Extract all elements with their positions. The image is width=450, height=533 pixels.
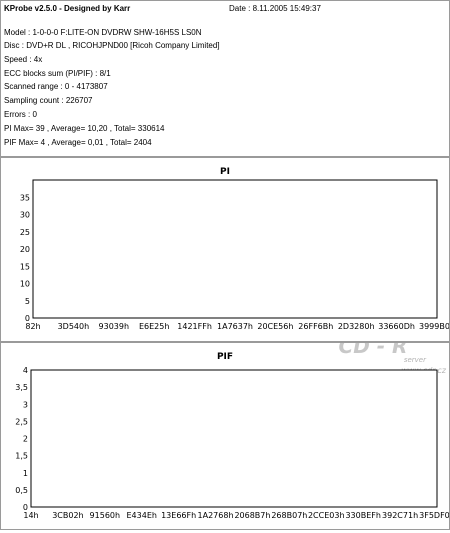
info-panel: KProbe v2.5.0 - Designed by Karr Date : …	[0, 0, 450, 157]
pi-plot-frame	[32, 179, 438, 319]
sampling-line: Sampling count : 226707	[4, 96, 93, 105]
pif-y-tick-label: 4	[23, 366, 28, 375]
pif-y-tick-label: 0,5	[15, 486, 28, 495]
pi-chart: PI 05101520253035 82h 3D540h 93039h E6E25h 1…	[20, 167, 450, 331]
pif-plot-frame	[30, 369, 438, 508]
pi-y-tick-label: 35	[20, 193, 30, 202]
disc-line: Disc : DVD+R DL , RICOHJPND00 [Ricoh Com…	[4, 41, 220, 50]
pif-y-tick-label: 1	[23, 469, 28, 478]
pi-y-tick-label: 15	[20, 262, 30, 271]
pif-chart-panel: PIF 0 0,5 1 1,5 2 2,5 3 3,5 4 14h 3CB02h 91560h E43…	[0, 334, 450, 530]
pif-x-tick-label: 268B07h	[271, 511, 307, 520]
pi-y-tick-label: 25	[20, 228, 30, 237]
scan-date: Date : 8.11.2005 15:49:37	[229, 4, 321, 13]
pi-y-tick-label: 5	[25, 297, 30, 306]
pif-chart-title: PIF	[217, 352, 233, 362]
pif-x-tick-label: 2068B7h	[234, 511, 270, 520]
pi-x-tick-label: 2D3280h	[338, 322, 375, 331]
pif-y-ticks: 00,511,522,533,54	[15, 366, 28, 512]
watermark-brand: CD - R	[339, 343, 408, 358]
pif-x-tick-label: 13E66Fh	[161, 511, 196, 520]
watermark-sub: server	[404, 356, 427, 364]
pi-x-tick-label: 26FF6Bh	[298, 322, 333, 331]
pif-x-tick-label: 1A2768h	[198, 511, 234, 520]
pi-stats-line: PI Max= 39 , Average= 10,20 , Total= 330…	[4, 124, 165, 133]
pi-x-tick-label: 82h	[25, 322, 40, 331]
pif-y-tick-label: 2,5	[15, 417, 28, 426]
errors-line: Errors : 0	[4, 110, 37, 119]
ecc-line: ECC blocks sum (PI/PIF) : 8/1	[4, 69, 111, 78]
pif-x-tick-label: 91560h	[90, 511, 121, 520]
pi-x-tick-label: E6E25h	[139, 322, 169, 331]
pif-x-tick-label: E434Eh	[127, 511, 157, 520]
model-line: Model : 1-0-0-0 F:LITE-ON DVDRW SHW-16H5…	[4, 28, 202, 37]
pi-x-tick-label: 20CE56h	[257, 322, 293, 331]
pif-x-tick-label: 392C71h	[382, 511, 418, 520]
pif-y-tick-label: 1,5	[15, 452, 28, 461]
pif-stats-line: PIF Max= 4 , Average= 0,01 , Total= 2404	[4, 138, 152, 147]
pif-y-tick-label: 3,5	[15, 383, 28, 392]
pif-x-tick-label: 2CCE03h	[308, 511, 345, 520]
pif-chart: PIF 00,511,522,533,54 14h 3CB02h 91560h E43…	[15, 334, 450, 520]
pi-x-ticks: 82h 3D540h 93039h E6E25h 1421FFh 1A7637h 20CE5…	[25, 322, 450, 331]
range-line: Scanned range : 0 - 4173807	[4, 82, 108, 91]
pif-y-tick-label: 2	[23, 435, 28, 444]
pi-x-tick-label: 1A7637h	[217, 322, 253, 331]
app-title: KProbe v2.5.0 - Designed by Karr	[4, 4, 131, 13]
pi-x-tick-label: 33660Dh	[378, 322, 415, 331]
pi-x-tick-label: 3D540h	[58, 322, 90, 331]
pi-y-tick-label: 20	[20, 245, 30, 254]
pi-chart-panel: PI 0 5 10 15 20 25 30 35 82h 3D540h 93039h E6E25h 1…	[0, 157, 450, 342]
pi-y-tick-label: 30	[20, 211, 30, 220]
pi-x-tick-label: 93039h	[99, 322, 130, 331]
pi-chart-title: PI	[220, 167, 230, 177]
pif-x-tick-label: 14h	[23, 511, 38, 520]
pif-x-tick-label: 3CB02h	[52, 511, 83, 520]
pif-x-ticks: 14h 3CB02h 91560h E434Eh 13E66Fh 1A2768h 2068B…	[23, 511, 450, 520]
pif-x-tick-label: 3F5DF0h	[419, 511, 449, 520]
pi-x-tick-label: 1421FFh	[177, 322, 212, 331]
speed-line: Speed : 4x	[4, 55, 43, 64]
pi-y-ticks: 05101520253035	[20, 193, 30, 323]
pi-y-tick-label: 10	[20, 280, 30, 289]
pi-x-tick-label: 3999B0h	[419, 322, 449, 331]
pif-y-tick-label: 3	[23, 400, 28, 409]
pif-x-tick-label: 330BEFh	[345, 511, 380, 520]
